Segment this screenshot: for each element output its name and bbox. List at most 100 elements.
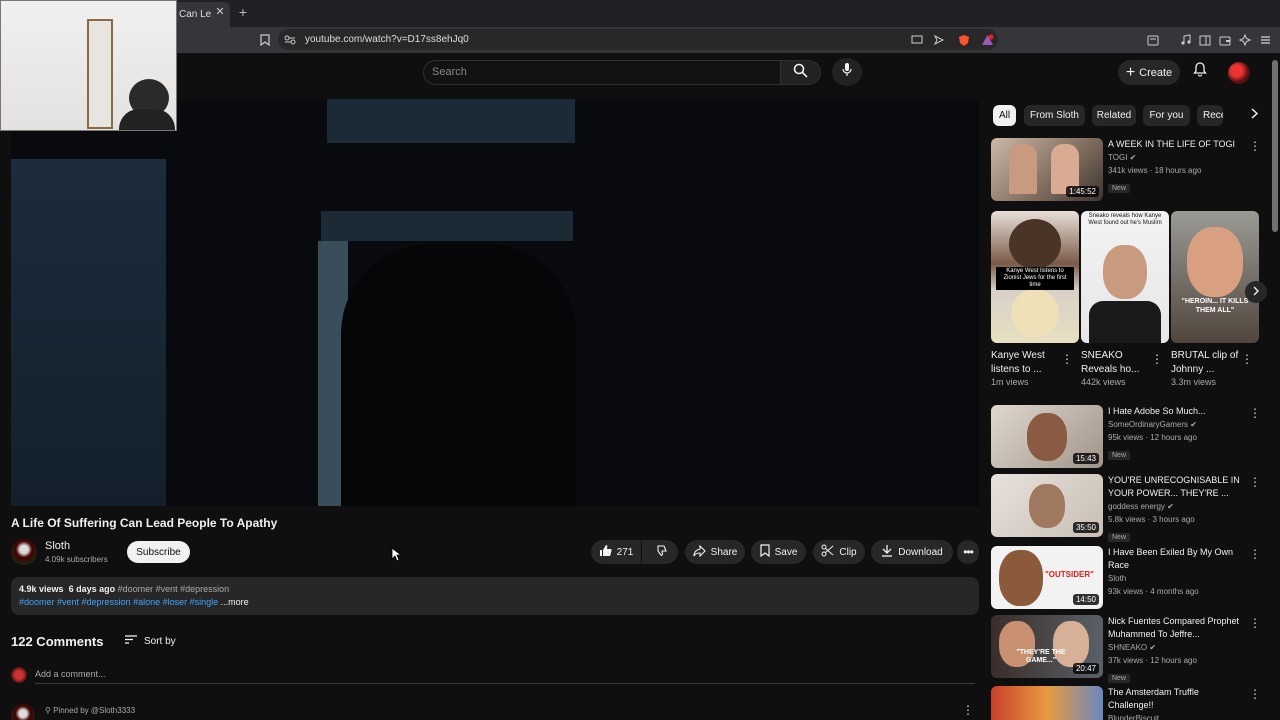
- short-info[interactable]: Kanye West listens to ... 1m views: [991, 349, 1061, 387]
- send-icon[interactable]: [932, 33, 946, 47]
- sort-label: Sort by: [144, 635, 176, 647]
- shorts-next-button[interactable]: [1245, 281, 1267, 303]
- thumb-face: [1027, 413, 1067, 461]
- more-actions-button[interactable]: •••: [957, 540, 979, 564]
- comment-menu-icon[interactable]: ⋮: [962, 703, 974, 717]
- pinned-label: ⚲ Pinned by @Sloth3333: [45, 706, 135, 715]
- chevron-right-icon: [1253, 283, 1260, 301]
- reader-mode-icon[interactable]: [1146, 33, 1160, 47]
- video-duration: 20:47: [1072, 663, 1099, 674]
- cast-icon[interactable]: [910, 33, 924, 47]
- video-title: I Have Been Exiled By My Own Race: [1108, 547, 1234, 570]
- video-thumbnail[interactable]: [991, 686, 1103, 720]
- thumb-face: [1103, 245, 1147, 299]
- video-thumbnail[interactable]: "OUTSIDER" 14:50: [991, 546, 1103, 609]
- media-icon[interactable]: [1178, 33, 1192, 47]
- channel-avatar[interactable]: [11, 539, 37, 565]
- thumb-body: [1089, 301, 1161, 343]
- verified-icon: ✔: [1167, 502, 1174, 511]
- chevron-right-icon: [1251, 106, 1259, 124]
- channel-name: SHNEAKO ✔: [1108, 643, 1157, 652]
- video-info[interactable]: Nick Fuentes Compared Prophet Muhammed T…: [1108, 615, 1246, 685]
- add-comment-input[interactable]: Add a comment...: [35, 669, 975, 684]
- short-info[interactable]: SNEAKO Reveals ho... 442k views: [1081, 349, 1151, 387]
- rewards-icon[interactable]: [980, 33, 994, 47]
- create-label: Create: [1139, 66, 1173, 79]
- dislike-button[interactable]: [642, 540, 678, 564]
- ai-assistant-icon[interactable]: [1238, 33, 1252, 47]
- video-info[interactable]: I Hate Adobe So Much... SomeOrdinaryGame…: [1108, 405, 1246, 462]
- video-info[interactable]: A WEEK IN THE LIFE OF TOGI TOGI ✔ 341k v…: [1108, 138, 1246, 195]
- video-menu-icon[interactable]: ⋮: [1249, 687, 1261, 701]
- description-box[interactable]: [11, 577, 979, 615]
- new-badge: New: [1108, 674, 1131, 683]
- video-title: The Amsterdam Truffle Challenge!!: [1108, 687, 1199, 710]
- video-info[interactable]: YOU'RE UNRECOGNISABLE IN YOUR POWER... T…: [1108, 474, 1246, 544]
- clip-button[interactable]: Clip: [813, 540, 865, 564]
- save-button[interactable]: Save: [751, 540, 806, 564]
- notifications-button[interactable]: [1190, 62, 1210, 82]
- short-thumbnail[interactable]: Sneako reveals how Kanye West found out …: [1081, 211, 1169, 343]
- short-thumbnail[interactable]: Kanye West listens to Zionist Jews for t…: [991, 211, 1079, 343]
- save-label: Save: [774, 546, 798, 558]
- microphone-icon: [841, 62, 853, 82]
- video-thumbnail[interactable]: 35:50: [991, 474, 1103, 537]
- short-thumbnail[interactable]: "HEROIN... IT KILLS THEM ALL": [1171, 211, 1259, 343]
- video-thumbnail[interactable]: 15:43: [991, 405, 1103, 468]
- new-badge: New: [1108, 184, 1131, 193]
- short-menu-icon[interactable]: ⋮: [1241, 352, 1253, 366]
- subscribe-button[interactable]: Subscribe: [127, 541, 190, 563]
- channel-name[interactable]: Sloth: [45, 540, 70, 552]
- short-info[interactable]: BRUTAL clip of Johnny ... 3.3m views: [1171, 349, 1241, 387]
- menu-icon[interactable]: [1258, 33, 1272, 47]
- short-title: Kanye West listens to ...: [991, 350, 1045, 375]
- download-button[interactable]: Download: [871, 540, 953, 564]
- video-meta: 341k views · 18 hours ago: [1108, 166, 1202, 175]
- video-info[interactable]: I Have Been Exiled By My Own Race Sloth …: [1108, 546, 1246, 598]
- tab-close-icon[interactable]: ✕: [212, 4, 228, 20]
- pin-icon: ⚲: [45, 706, 51, 715]
- video-menu-icon[interactable]: ⋮: [1249, 547, 1261, 561]
- account-avatar[interactable]: [1228, 62, 1250, 84]
- like-button[interactable]: 271: [591, 540, 641, 564]
- sidebar-icon[interactable]: [1198, 33, 1212, 47]
- chips-next-button[interactable]: [1223, 101, 1259, 129]
- new-badge: New: [1108, 533, 1131, 542]
- thumb-face: [1029, 484, 1065, 528]
- url-text: youtube.com/watch?v=D17ss8ehJq0: [305, 34, 469, 45]
- chip-all[interactable]: All: [993, 105, 1016, 126]
- video-meta: 5.8k views · 3 hours ago: [1108, 515, 1195, 524]
- search-input[interactable]: Search: [423, 60, 781, 85]
- video-thumbnail[interactable]: 1:45:52: [991, 138, 1103, 201]
- sort-by-button[interactable]: Sort by: [124, 634, 176, 648]
- page-scrollbar[interactable]: [1272, 60, 1278, 232]
- wallet-icon[interactable]: [1218, 33, 1232, 47]
- video-menu-icon[interactable]: ⋮: [1249, 139, 1261, 153]
- voice-search-button[interactable]: [832, 58, 862, 86]
- chip-for-you[interactable]: For you: [1143, 105, 1190, 126]
- brave-shield-icon[interactable]: [957, 33, 971, 47]
- video-player[interactable]: [11, 99, 979, 506]
- short-menu-icon[interactable]: ⋮: [1151, 352, 1163, 366]
- show-more-link[interactable]: ...more: [221, 597, 249, 607]
- video-menu-icon[interactable]: ⋮: [1249, 616, 1261, 630]
- site-info-icon[interactable]: [283, 33, 297, 47]
- video-menu-icon[interactable]: ⋮: [1249, 406, 1261, 420]
- short-title: SNEAKO Reveals ho...: [1081, 350, 1140, 375]
- channel-name: SomeOrdinaryGamers ✔: [1108, 420, 1197, 429]
- bookmark-icon[interactable]: [258, 33, 272, 47]
- video-menu-icon[interactable]: ⋮: [1249, 475, 1261, 489]
- chip-related[interactable]: Related: [1092, 105, 1136, 126]
- channel-name: BlunderBiscuit: [1108, 714, 1160, 720]
- create-button[interactable]: + Create: [1118, 60, 1180, 85]
- short-menu-icon[interactable]: ⋮: [1061, 352, 1073, 366]
- hashtag-links[interactable]: #doomer #vent #depression #alone #loser …: [19, 597, 218, 607]
- chip-recent[interactable]: Rece: [1197, 105, 1223, 126]
- video-thumbnail[interactable]: "THEY'RE THE GAME..." 20:47: [991, 615, 1103, 678]
- chip-from-sloth[interactable]: From Sloth: [1024, 105, 1085, 126]
- video-info[interactable]: The Amsterdam Truffle Challenge!! Blunde…: [1108, 686, 1246, 720]
- share-button[interactable]: Share: [685, 540, 745, 564]
- plus-icon: +: [1125, 63, 1136, 81]
- search-button[interactable]: [781, 60, 821, 85]
- new-tab-button[interactable]: +: [236, 5, 250, 19]
